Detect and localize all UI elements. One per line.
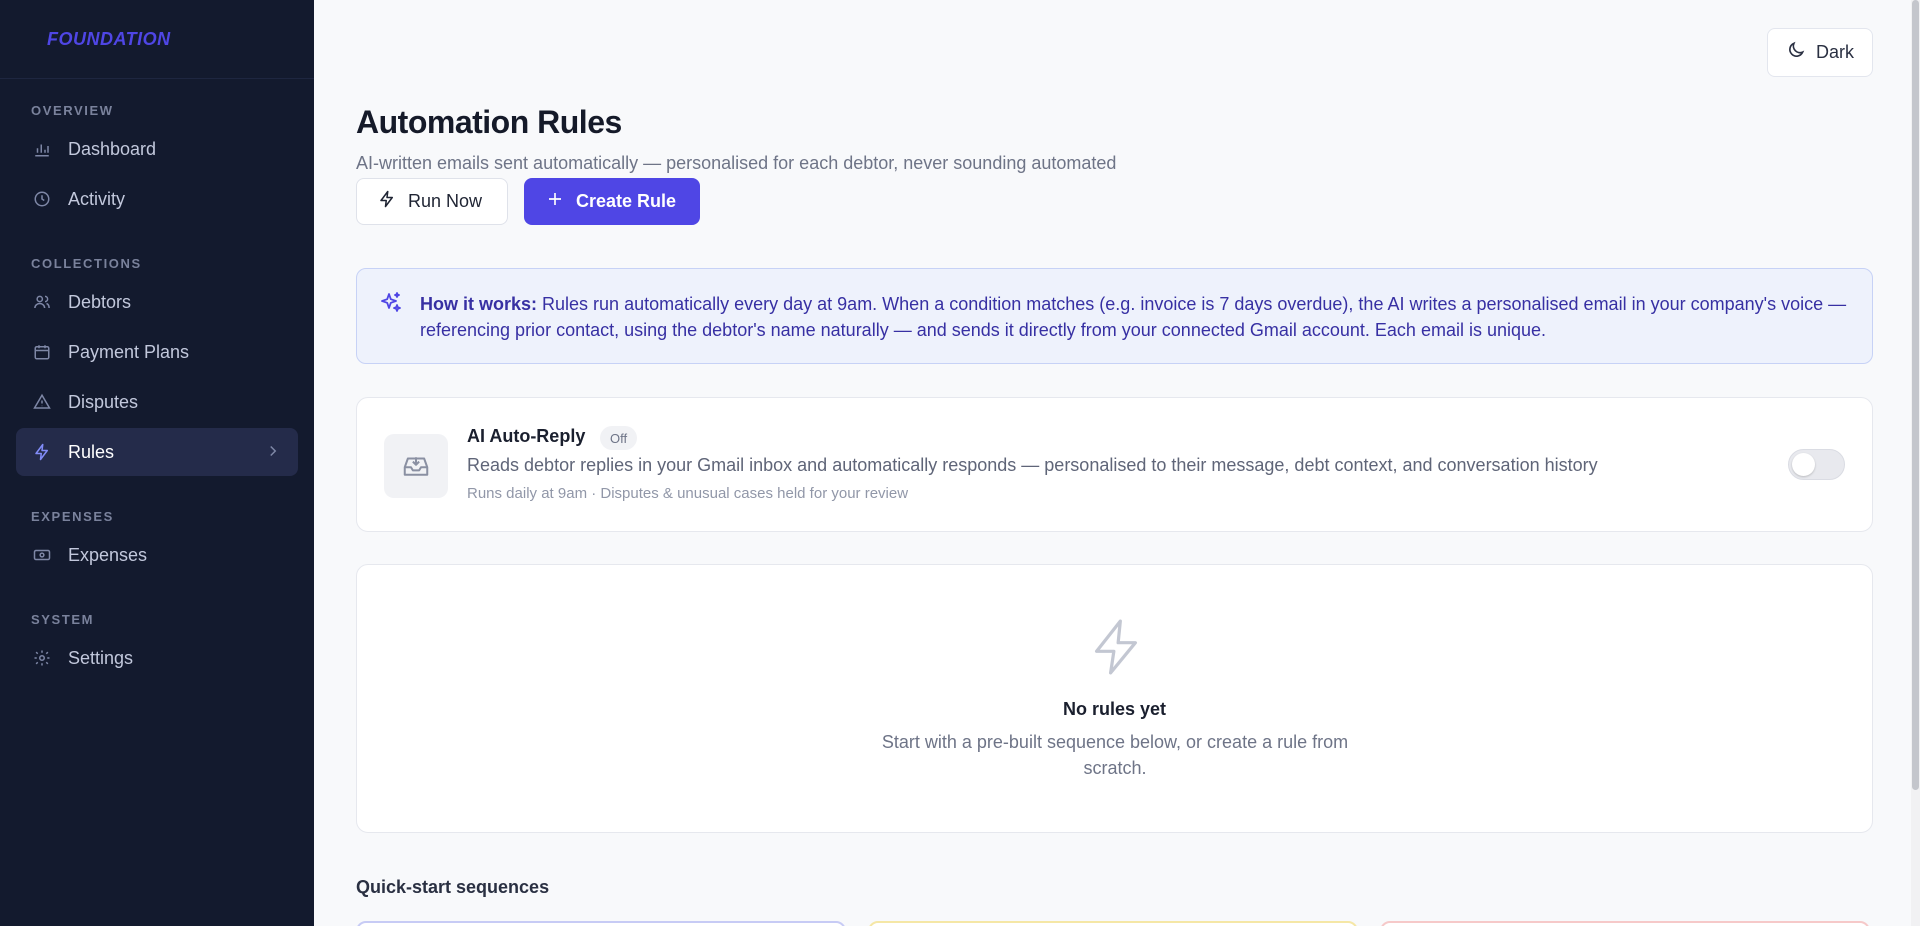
clock-icon: [32, 189, 52, 209]
status-badge: Off: [600, 426, 638, 450]
gear-icon: [32, 648, 52, 668]
sidebar-item-label: Payment Plans: [68, 341, 190, 362]
inbox-download-icon: [384, 434, 448, 498]
sidebar-item-label: Activity: [68, 188, 126, 209]
chevron-right-icon: [264, 442, 282, 465]
quick-start-card[interactable]: [868, 921, 1358, 926]
toggle-knob: [1792, 453, 1815, 476]
sparkles-icon: [379, 291, 403, 320]
sidebar-item-expenses[interactable]: Expenses: [16, 531, 298, 579]
section-label-expenses: EXPENSES: [31, 509, 114, 524]
app-logo[interactable]: FOUNDATION: [0, 0, 314, 79]
run-now-label: Run Now: [408, 191, 483, 211]
zap-icon: [32, 442, 52, 462]
auto-reply-schedule: Runs daily at 9am · Disputes & unusual c…: [467, 485, 909, 502]
sidebar-item-activity[interactable]: Activity: [16, 175, 298, 223]
create-rule-label: Create Rule: [576, 191, 677, 211]
quick-start-card[interactable]: [1380, 921, 1870, 926]
alert-triangle-icon: [32, 392, 52, 412]
how-it-works-text: How it works: Rules run automatically ev…: [420, 291, 1850, 343]
empty-state-title: No rules yet: [1062, 699, 1167, 719]
quick-start-card[interactable]: [356, 921, 846, 926]
auto-reply-description: Reads debtor replies in your Gmail inbox…: [467, 455, 1598, 475]
rules-empty-state: No rules yet Start with a pre-built sequ…: [356, 564, 1873, 833]
how-it-works-heading: How it works:: [420, 294, 538, 314]
quick-start-heading: Quick-start sequences: [356, 877, 550, 897]
plus-icon: [546, 190, 564, 213]
zap-icon: [378, 190, 396, 213]
calendar-icon: [32, 342, 52, 362]
sidebar: FOUNDATION OVERVIEW Dashboard Activity C…: [0, 0, 314, 926]
section-label-system: SYSTEM: [31, 612, 95, 627]
sidebar-item-settings[interactable]: Settings: [16, 634, 298, 682]
users-icon: [32, 292, 52, 312]
empty-state-description: Start with a pre-built sequence below, o…: [881, 732, 1349, 778]
scrollbar-thumb[interactable]: [1912, 0, 1919, 790]
sidebar-item-payment-plans[interactable]: Payment Plans: [16, 328, 298, 376]
section-label-collections: COLLECTIONS: [31, 256, 142, 271]
create-rule-button[interactable]: Create Rule: [524, 178, 700, 225]
how-it-works-body: Rules run automatically every day at 9am…: [420, 294, 1847, 340]
sidebar-item-dashboard[interactable]: Dashboard: [16, 125, 298, 173]
sidebar-item-rules[interactable]: Rules: [16, 428, 298, 476]
sidebar-item-label: Dashboard: [68, 138, 157, 159]
section-label-overview: OVERVIEW: [31, 103, 114, 118]
sidebar-item-label: Settings: [68, 647, 134, 668]
theme-toggle-button[interactable]: Dark: [1767, 28, 1873, 77]
zap-icon: [1090, 619, 1142, 680]
sidebar-item-disputes[interactable]: Disputes: [16, 378, 298, 426]
ai-auto-reply-card: AI Auto-Reply Off Reads debtor replies i…: [356, 397, 1873, 532]
run-now-button[interactable]: Run Now: [356, 178, 508, 225]
sidebar-item-label: Disputes: [68, 391, 139, 412]
sidebar-item-label: Debtors: [68, 291, 132, 312]
auto-reply-toggle[interactable]: [1788, 449, 1845, 480]
theme-toggle-label: Dark: [1815, 42, 1854, 62]
auto-reply-title: AI Auto-Reply: [467, 426, 586, 446]
moon-icon: [1786, 40, 1806, 65]
bar-chart-icon: [32, 139, 52, 159]
sidebar-item-debtors[interactable]: Debtors: [16, 278, 298, 326]
page-scrollbar[interactable]: [1911, 0, 1920, 926]
banknote-icon: [32, 545, 52, 565]
sidebar-item-label: Expenses: [68, 544, 148, 565]
sidebar-item-label: Rules: [68, 441, 115, 462]
page-subtitle: AI-written emails sent automatically — p…: [356, 153, 1117, 173]
how-it-works-banner: How it works: Rules run automatically ev…: [356, 268, 1873, 364]
page-title: Automation Rules: [356, 104, 622, 140]
